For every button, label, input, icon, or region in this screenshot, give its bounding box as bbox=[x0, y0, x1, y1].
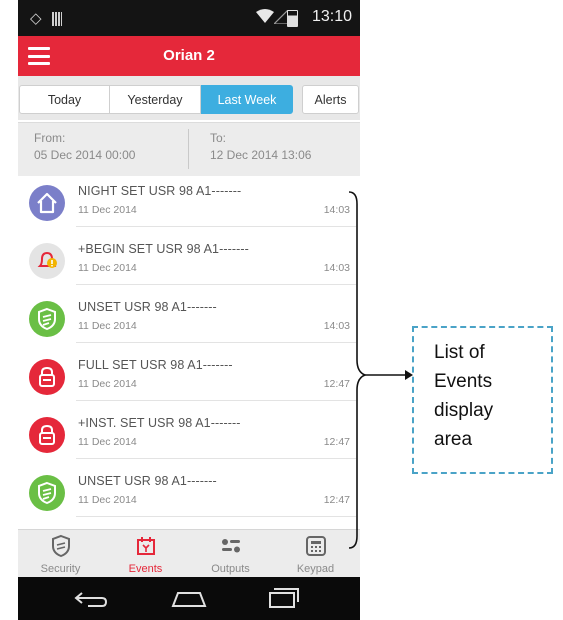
event-date: 11 Dec 2014 bbox=[78, 262, 137, 274]
list-item[interactable]: NIGHT SET USR 98 A1------- 11 Dec 2014 1… bbox=[18, 178, 360, 236]
list-item[interactable]: +INST. SET USR 98 A1------- 11 Dec 2014 … bbox=[18, 410, 360, 468]
list-item[interactable]: +BEGIN SET USR 98 A1------- 11 Dec 2014 … bbox=[18, 236, 360, 294]
from-value: 05 Dec 2014 00:00 bbox=[34, 148, 136, 162]
nav-label: Security bbox=[40, 563, 81, 575]
event-date: 11 Dec 2014 bbox=[78, 378, 137, 390]
events-list[interactable]: NIGHT SET USR 98 A1------- 11 Dec 2014 1… bbox=[18, 176, 360, 528]
from-date[interactable]: From: 05 Dec 2014 00:00 bbox=[34, 130, 135, 164]
recents-icon[interactable] bbox=[266, 585, 302, 611]
home-button-icon[interactable] bbox=[170, 585, 208, 611]
list-item[interactable]: UNSET USR 98 A1------- 11 Dec 2014 14:03 bbox=[18, 294, 360, 352]
tab-today[interactable]: Today bbox=[19, 85, 110, 114]
to-label: To: bbox=[210, 131, 227, 145]
wifi-icon bbox=[256, 9, 274, 23]
event-name: +BEGIN SET USR 98 A1------- bbox=[78, 242, 249, 256]
cell-signal-icon bbox=[274, 10, 288, 24]
bell-alert-icon bbox=[29, 243, 65, 279]
event-date: 11 Dec 2014 bbox=[78, 320, 137, 332]
tab-last-week[interactable]: Last Week bbox=[201, 85, 293, 114]
nav-label: Outputs bbox=[211, 563, 250, 575]
divider bbox=[76, 458, 356, 459]
event-name: UNSET USR 98 A1------- bbox=[78, 474, 217, 488]
event-date: 11 Dec 2014 bbox=[78, 436, 137, 448]
home-icon bbox=[29, 185, 65, 221]
divider bbox=[76, 516, 356, 517]
divider bbox=[76, 342, 356, 343]
nav-outputs[interactable]: Outputs bbox=[188, 530, 273, 578]
battery-icon bbox=[287, 10, 298, 27]
event-name: UNSET USR 98 A1------- bbox=[78, 300, 217, 314]
unlock-shield-icon bbox=[29, 301, 65, 337]
annotation-line: Events bbox=[434, 371, 493, 392]
clock: 13:10 bbox=[311, 8, 352, 25]
lock-icon bbox=[29, 417, 65, 453]
sim-card-icon bbox=[52, 12, 62, 26]
unlock-shield-icon bbox=[29, 475, 65, 511]
annotation-bracket bbox=[348, 191, 413, 549]
annotation-text: List of Events display area bbox=[434, 338, 493, 454]
tab-yesterday[interactable]: Yesterday bbox=[109, 85, 201, 114]
list-item[interactable]: FULL SET USR 98 A1------- 11 Dec 2014 12… bbox=[18, 352, 360, 410]
nav-security[interactable]: Security bbox=[18, 530, 103, 578]
period-tabs: Today Yesterday Last Week Alerts bbox=[18, 76, 360, 120]
event-name: FULL SET USR 98 A1------- bbox=[78, 358, 233, 372]
event-date: 11 Dec 2014 bbox=[78, 494, 137, 506]
nav-label: Events bbox=[128, 563, 163, 575]
back-icon[interactable] bbox=[74, 585, 110, 611]
annotation-line: display bbox=[434, 400, 494, 421]
annotation-line: area bbox=[434, 429, 473, 450]
date-range: From: 05 Dec 2014 00:00 To: 12 Dec 2014 … bbox=[18, 122, 360, 176]
signal-unknown-icon: ◇ bbox=[30, 10, 42, 27]
tab-alerts[interactable]: Alerts bbox=[302, 85, 359, 114]
system-nav-bar bbox=[18, 577, 360, 620]
events-icon bbox=[137, 537, 155, 555]
page-title: Orian 2 bbox=[163, 47, 215, 64]
divider bbox=[76, 284, 356, 285]
shield-icon bbox=[52, 534, 70, 558]
to-value: 12 Dec 2014 13:06 bbox=[210, 148, 312, 162]
status-bar: ◇ 13:10 bbox=[18, 0, 360, 36]
date-divider bbox=[188, 129, 189, 169]
lock-icon bbox=[29, 359, 65, 395]
outputs-icon bbox=[222, 539, 240, 553]
app-bar: Orian 2 bbox=[18, 36, 360, 76]
bottom-nav: Security Events Outputs Keypad bbox=[18, 529, 360, 578]
list-item[interactable]: UNSET USR 98 A1------- 11 Dec 2014 12:47 bbox=[18, 468, 360, 526]
from-label: From: bbox=[34, 131, 66, 145]
annotation-line: List of bbox=[434, 342, 485, 363]
event-date: 11 Dec 2014 bbox=[78, 204, 137, 216]
annotation-box: List of Events display area bbox=[412, 326, 553, 474]
nav-events[interactable]: Events bbox=[103, 530, 188, 578]
event-name: NIGHT SET USR 98 A1------- bbox=[78, 184, 242, 198]
divider bbox=[76, 400, 356, 401]
divider bbox=[76, 226, 356, 227]
event-name: +INST. SET USR 98 A1------- bbox=[78, 416, 241, 430]
keypad-icon bbox=[306, 536, 326, 556]
to-date[interactable]: To: 12 Dec 2014 13:06 bbox=[210, 130, 311, 164]
phone-screen: ◇ 13:10 Orian 2 Today Yesterday Last Wee… bbox=[18, 0, 360, 620]
nav-label: Keypad bbox=[296, 563, 335, 575]
